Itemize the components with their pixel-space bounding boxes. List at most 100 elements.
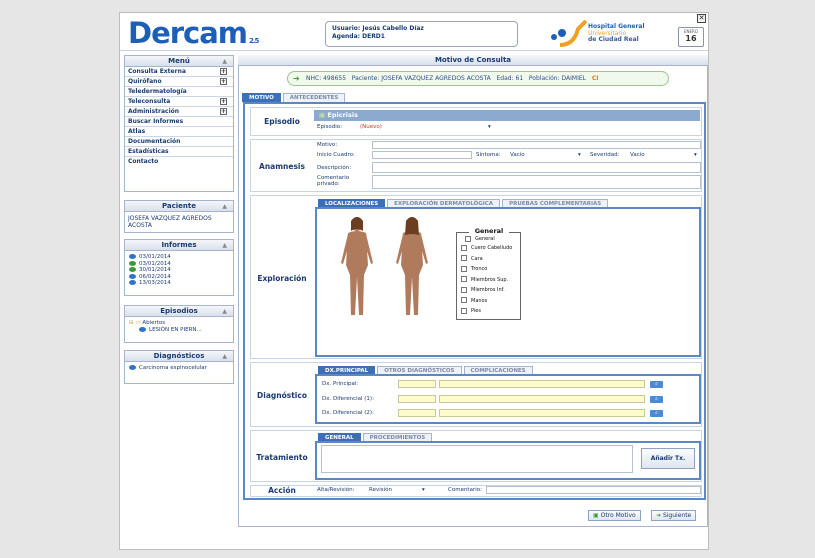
expand-icon[interactable]: + [220,108,227,115]
ci-badge: CI [591,75,599,82]
expand-icon[interactable]: + [220,98,227,105]
dx-diferencial-1-code-input[interactable] [398,395,436,403]
collapse-icon[interactable]: ▲ [222,201,227,212]
dropdown-icon[interactable]: ▾ [578,152,581,159]
location-option[interactable]: General [457,235,520,243]
menu-item-teleconsulta[interactable]: Teleconsulta + [125,97,233,107]
informes-title: Informes ▲ [125,240,233,251]
folder-icon: ⊟ ▭ [129,320,141,326]
sintoma-select[interactable]: Vacío [510,152,525,159]
alta-label: Alta/Revisión: [317,487,355,493]
menu-item-teledermatologia[interactable]: Teledermatología [125,87,233,97]
descripcion-textarea[interactable] [372,162,701,173]
inicio-input[interactable] [372,151,472,159]
paciente-panel: Paciente ▲ JOSEFA VAZQUEZ AGREDOS ACOSTA [124,200,234,233]
alta-select[interactable]: Revisión [369,487,392,494]
dx-diferencial-1-label: Dx. Diferencial (1): [322,396,374,402]
motivo-input[interactable] [372,141,701,149]
search-icon[interactable]: ⌕ [650,410,663,417]
location-option[interactable]: Pies [457,306,520,317]
checkbox[interactable] [465,235,471,242]
expand-icon[interactable]: + [220,68,227,75]
comentario-label: Comentario privado: [317,175,350,187]
episodio-label: Episodio [264,117,300,126]
dx-diferencial-2-input[interactable] [439,409,645,417]
location-option[interactable]: Miembros Inf. [457,285,520,296]
location-option[interactable]: Cara [457,254,520,265]
dropdown-icon[interactable]: ▾ [422,487,425,494]
menu-item-contacto[interactable]: Contacto [125,157,233,167]
dx-diferencial-2-label: Dx. Diferencial (2): [322,410,374,416]
sintoma-label: Síntoma: [476,152,501,158]
app-logo: Dercam 2.5 [128,16,259,50]
report-icon [129,267,136,272]
report-icon [129,260,136,266]
dx-principal-code-input[interactable] [398,380,436,388]
collapse-icon[interactable]: ▲ [222,56,227,67]
exploracion-label: Exploración [257,274,307,283]
collapse-icon[interactable]: ▲ [222,240,227,251]
patient-icon: ➜ [293,74,300,83]
episodios-title: Episodios ▲ [125,306,233,317]
severidad-label: Severidad: [590,152,620,158]
tratamiento-textarea[interactable] [321,445,633,473]
informes-panel: Informes ▲ 03/01/2014 03/01/2014 30/01/20… [124,239,234,296]
episodio-item[interactable]: LESIÓN EN PIERN... [129,326,229,334]
checkbox[interactable] [461,265,467,272]
add-icon: ▣ [593,512,599,519]
menu-item-estadisticas[interactable]: Estadísticas [125,147,233,157]
episodio-field-label: Episodio: [317,124,342,130]
accion-comentario-input[interactable] [486,486,701,494]
inicio-label: Inicio Cuadro: [317,152,355,158]
checkbox[interactable] [461,276,467,282]
agenda-label: Agenda: DERD1 [332,33,385,40]
checkbox[interactable] [461,286,467,293]
collapse-icon[interactable]: ▲ [222,306,227,317]
search-icon[interactable]: ⌕ [650,396,663,403]
expand-icon[interactable]: + [220,78,227,85]
menu-item-documentacion[interactable]: Documentación [125,137,233,147]
dropdown-icon[interactable]: ▾ [694,152,697,159]
location-legend: General General Cuero Cabelludo Cara Tro… [456,227,521,320]
add-treatment-button[interactable]: Añadir Tx. [641,448,695,469]
collapse-icon[interactable]: ▲ [222,351,227,362]
diagnostico-item[interactable]: Carcinoma espinocelular [129,365,229,372]
dx-principal-label: Dx. Principal: [322,381,359,387]
location-option[interactable]: Manos [457,296,520,307]
menu-item-consulta-externa[interactable]: Consulta Externa + [125,67,233,77]
menu-item-administracion[interactable]: Administración + [125,107,233,117]
patient-bar: ➜ NHC: 498655 Paciente: JOSEFA VAZQUEZ A… [287,71,669,86]
location-option[interactable]: Cuero Cabelludo [457,243,520,254]
severidad-select[interactable]: Vacío [630,152,645,159]
siguiente-button[interactable]: ➜ Siguiente [651,510,697,521]
body-front-back-image[interactable] [330,215,440,325]
episodios-panel: Episodios ▲ ⊟ ▭ Abiertos LESIÓN EN PIERN.… [124,305,234,343]
user-info-box: Usuario: Jesús Cabello Díaz Agenda: DERD… [325,21,518,47]
location-option[interactable]: Miembros Sup. [457,275,520,286]
dx-diferencial-2-code-input[interactable] [398,409,436,417]
checkbox[interactable] [461,307,467,314]
date-box: ENERO 16 [678,27,704,47]
search-icon[interactable]: ⌕ [650,381,663,388]
hospital-logo-icon [551,19,588,47]
otro-motivo-button[interactable]: ▣ Otro Motivo [588,510,641,521]
dx-principal-input[interactable] [439,380,645,388]
tab-motivo[interactable]: MOTIVO [242,93,281,102]
dropdown-icon[interactable]: ▾ [488,124,491,131]
informe-item[interactable]: 13/03/2014 [129,280,229,287]
tab-antecedentes[interactable]: ANTECEDENTES [282,93,346,102]
close-icon[interactable]: ✕ [697,14,706,23]
location-option[interactable]: Tronco [457,264,520,275]
checkbox[interactable] [461,244,467,251]
comentario-textarea[interactable] [372,175,701,189]
checkbox[interactable] [461,255,467,261]
user-label: Usuario: Jesús Cabello Díaz [332,25,424,32]
menu-item-atlas[interactable]: Atlas [125,127,233,137]
menu-item-buscar-informes[interactable]: Buscar Informes [125,117,233,127]
report-icon [129,273,136,279]
episode-icon [139,326,146,332]
descripcion-label: Descripción: [317,165,352,171]
dx-diferencial-1-input[interactable] [439,395,645,403]
menu-item-quirofano[interactable]: Quirófano + [125,77,233,87]
checkbox[interactable] [461,297,467,303]
